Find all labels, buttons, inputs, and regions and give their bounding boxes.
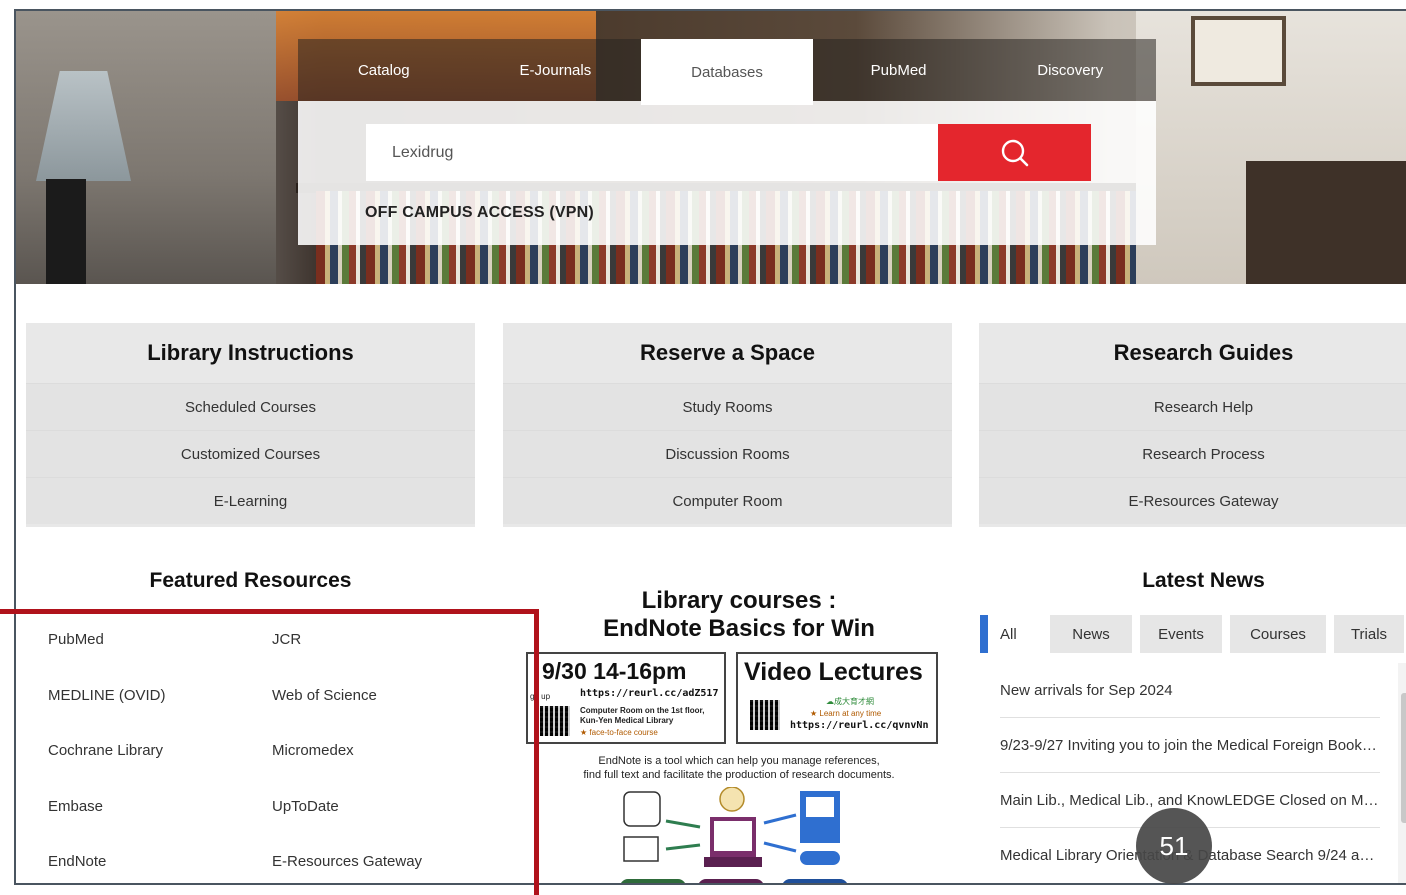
- search-input[interactable]: [366, 124, 940, 181]
- endnote-workflow-illustration: [621, 787, 847, 883]
- resource-cochrane[interactable]: Cochrane Library: [48, 742, 163, 759]
- link-study-rooms[interactable]: Study Rooms: [503, 383, 952, 430]
- link-research-help[interactable]: Research Help: [979, 383, 1406, 430]
- news-tab-trials[interactable]: Trials: [1334, 615, 1404, 653]
- news-item-text: New arrivals for Sep 2024: [1000, 681, 1173, 699]
- wall-picture: [1191, 16, 1286, 86]
- video-lectures-title: Video Lectures: [744, 658, 923, 686]
- news-item-text: 9/23-9/27 Inviting you to join the Medic…: [1000, 736, 1380, 754]
- link-discussion-rooms[interactable]: Discussion Rooms: [503, 430, 952, 477]
- news-tab-events[interactable]: Events: [1140, 615, 1222, 653]
- signup-label: gn up: [530, 692, 551, 701]
- search-icon: [1001, 139, 1028, 166]
- link-scheduled-courses[interactable]: Scheduled Courses: [26, 383, 475, 430]
- course-url: https://reurl.cc/adZ517: [580, 688, 719, 699]
- news-tab-news[interactable]: News: [1050, 615, 1132, 653]
- poster-subtitle: EndNote Basics for Win: [603, 615, 875, 642]
- link-research-process[interactable]: Research Process: [979, 430, 1406, 477]
- poster-description: EndNote is a tool which can help you man…: [524, 754, 954, 782]
- video-url: https://reurl.cc/qvnvNn: [790, 720, 929, 731]
- link-customized-courses[interactable]: Customized Courses: [26, 430, 475, 477]
- video-note: ★ Learn at any time: [810, 709, 882, 718]
- box-title: Reserve a Space: [640, 340, 815, 365]
- reserve-space-box: Reserve a Space Study Rooms Discussion R…: [503, 323, 952, 527]
- box-title: Research Guides: [1113, 340, 1294, 365]
- library-instructions-box: Library Instructions Scheduled Courses C…: [26, 323, 475, 527]
- poster-desc-line-2: find full text and facilitate the produc…: [583, 769, 895, 781]
- resource-web-of-science[interactable]: Web of Science: [272, 687, 377, 704]
- resource-endnote[interactable]: EndNote: [48, 853, 106, 870]
- resource-e-resources-gateway[interactable]: E-Resources Gateway: [272, 853, 422, 870]
- poster-title: Library courses :: [641, 587, 837, 614]
- video-source: ☁成大育才網: [826, 697, 874, 706]
- poster-desc-line-1: EndNote is a tool which can help you man…: [598, 755, 880, 767]
- news-scrollbar[interactable]: [1398, 663, 1406, 883]
- search-tabs: Catalog E-Journals Databases PubMed Disc…: [298, 39, 1156, 105]
- search-panel: OFF CAMPUS ACCESS (VPN): [298, 101, 1156, 245]
- tab-e-journals[interactable]: E-Journals: [470, 39, 642, 101]
- news-tab-courses[interactable]: Courses: [1230, 615, 1326, 653]
- tab-discovery[interactable]: Discovery: [984, 39, 1156, 101]
- featured-resources-title: Featured Resources: [149, 569, 352, 592]
- news-item-text: Main Lib., Medical Lib., and KnowLEDGE C…: [1000, 791, 1380, 809]
- link-e-resources-gateway[interactable]: E-Resources Gateway: [979, 477, 1406, 524]
- resource-uptodate[interactable]: UpToDate: [272, 798, 339, 815]
- news-filter-tabs: All News Events Courses Trials: [980, 615, 1406, 653]
- link-computer-room[interactable]: Computer Room: [503, 477, 952, 524]
- news-item[interactable]: 9/23-9/27 Inviting you to join the Medic…: [1000, 718, 1380, 773]
- news-tab-all[interactable]: All: [980, 615, 1042, 653]
- course-location-1: Computer Room on the 1st floor,: [580, 706, 705, 715]
- box-title: Library Instructions: [147, 340, 354, 365]
- poster-course-card: 9/30 14-16pm gn up https://reurl.cc/adZ5…: [526, 652, 726, 744]
- lamp-base-image: [46, 179, 86, 284]
- cabinet-image: [1246, 161, 1406, 284]
- course-date: 9/30 14-16pm: [542, 658, 687, 684]
- tab-catalog[interactable]: Catalog: [298, 39, 470, 101]
- latest-news-title: Latest News: [1142, 569, 1265, 592]
- qr-code-icon: [540, 706, 570, 736]
- research-guides-box: Research Guides Research Help Research P…: [979, 323, 1406, 527]
- vpn-link[interactable]: OFF CAMPUS ACCESS (VPN): [365, 204, 594, 222]
- news-scrollbar-thumb[interactable]: [1401, 693, 1406, 823]
- poster-video-card: Video Lectures ☁成大育才網 ★ Learn at any tim…: [736, 652, 938, 744]
- tab-pubmed[interactable]: PubMed: [813, 39, 985, 101]
- search-button[interactable]: [938, 124, 1091, 181]
- hero-banner: Catalog E-Journals Databases PubMed Disc…: [16, 11, 1406, 284]
- endnote-course-poster[interactable]: Library courses : EndNote Basics for Win…: [524, 577, 954, 883]
- news-item[interactable]: New arrivals for Sep 2024: [1000, 663, 1380, 718]
- resource-pubmed[interactable]: PubMed: [48, 631, 104, 648]
- resource-micromedex[interactable]: Micromedex: [272, 742, 354, 759]
- resource-jcr[interactable]: JCR: [272, 631, 301, 648]
- course-note: ★ face-to-face course: [580, 728, 658, 737]
- page-number-badge: 51: [1136, 808, 1212, 884]
- link-e-learning[interactable]: E-Learning: [26, 477, 475, 524]
- tab-databases[interactable]: Databases: [641, 39, 813, 105]
- qr-code-icon: [750, 700, 780, 730]
- course-location-2: Kun-Yen Medical Library: [580, 716, 674, 725]
- resource-medline[interactable]: MEDLINE (OVID): [48, 687, 166, 704]
- page-frame: Catalog E-Journals Databases PubMed Disc…: [14, 9, 1406, 885]
- resource-embase[interactable]: Embase: [48, 798, 103, 815]
